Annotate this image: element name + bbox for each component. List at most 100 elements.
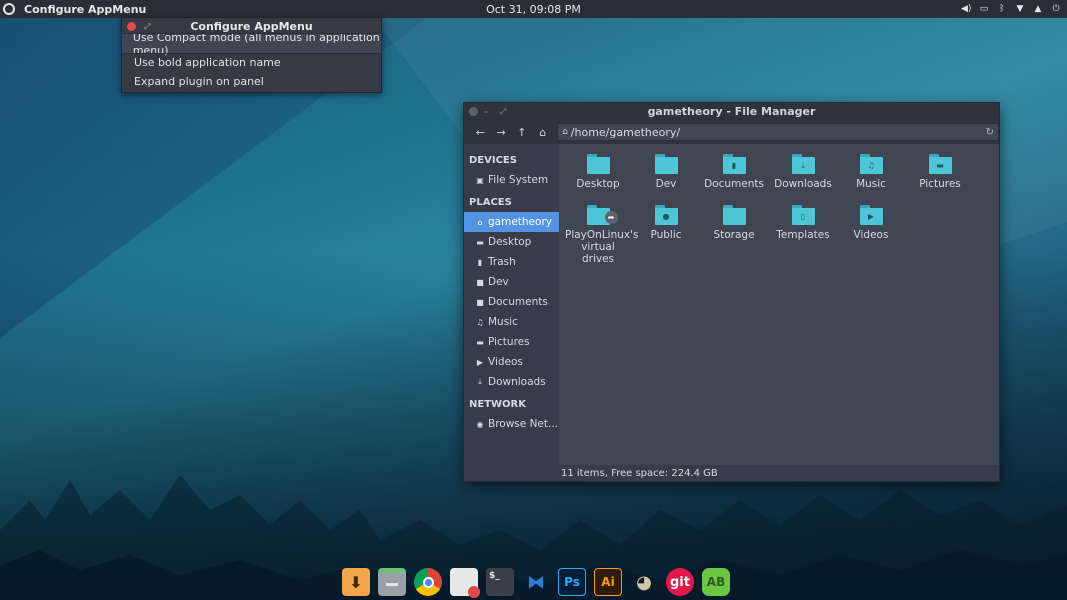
chrome-icon	[414, 568, 442, 596]
option-label: Use Compact mode (all menus in applicati…	[132, 30, 380, 57]
window-titlebar[interactable]: – ⤢ gametheory - File Manager	[464, 103, 999, 120]
notification-icon[interactable]: ▲	[1033, 4, 1043, 14]
sidebar-item-browse-network[interactable]: ◉ Browse Net...	[464, 414, 559, 434]
dock-item-vscode[interactable]: ⧓	[519, 566, 553, 598]
home-icon: ⌂	[562, 127, 568, 137]
clock[interactable]: Oct 31, 09:08 PM	[0, 3, 1067, 16]
dock-item-text-editor[interactable]	[447, 566, 481, 598]
vscode-icon: ⧓	[527, 571, 545, 593]
folder-item-videos[interactable]: ▶ Videos	[838, 199, 904, 241]
home-icon[interactable]: ⌂	[532, 122, 553, 142]
sidebar-item-trash[interactable]: ▮ Trash	[464, 252, 559, 272]
sidebar-item-dev[interactable]: ■ Dev	[464, 272, 559, 292]
dock-item-chrome[interactable]	[411, 566, 445, 598]
dock-item-gimp[interactable]: ◕	[627, 566, 661, 598]
folder-item-templates[interactable]: ▯ Templates	[770, 199, 836, 241]
dock-item-git[interactable]: git	[663, 566, 697, 598]
document-icon: ■	[476, 297, 484, 307]
file-manager-window: – ⤢ gametheory - File Manager ← → ↑ ⌂ ⌂ …	[463, 102, 1000, 482]
folder-item-storage[interactable]: Storage	[701, 199, 767, 241]
power-icon[interactable]: ⏻	[1051, 4, 1061, 14]
terminal-icon: $_	[486, 568, 514, 596]
close-icon[interactable]	[469, 107, 478, 116]
folder-item-downloads[interactable]: ⤓ Downloads	[770, 148, 836, 190]
sidebar-item-videos[interactable]: ▶ Videos	[464, 352, 559, 372]
forward-icon[interactable]: →	[491, 122, 512, 142]
reload-icon[interactable]: ↻	[986, 127, 994, 138]
photoshop-icon: Ps	[558, 568, 586, 596]
file-view[interactable]: Desktop Dev ▮ Documents ⤓ Downloads ♫ Mu…	[559, 144, 999, 465]
checkbox[interactable]	[125, 77, 134, 86]
sidebar-item-gametheory[interactable]: ⌂ gametheory	[464, 212, 559, 232]
folder-item-music[interactable]: ♫ Music	[838, 148, 904, 190]
keyboard-icon[interactable]: ▭	[979, 4, 989, 14]
system-menu-icon[interactable]	[3, 3, 15, 15]
window-title: Configure AppMenu	[190, 19, 313, 33]
dock-item-downloader[interactable]: ⬇	[339, 566, 373, 598]
dock: ⬇ $_ ⧓ Ps Ai ◕ git AB	[339, 566, 733, 598]
minimize-icon[interactable]: ⤢	[144, 22, 153, 31]
minimize-icon[interactable]: –	[484, 107, 496, 116]
option-expand-plugin[interactable]: Expand plugin on panel	[122, 72, 381, 91]
close-icon[interactable]	[127, 21, 136, 31]
sidebar-item-label: Documents	[488, 296, 548, 308]
sidebar-item-documents[interactable]: ■ Documents	[464, 292, 559, 312]
folder-templates-icon: ▯	[791, 205, 815, 225]
maximize-icon[interactable]: ⤢	[500, 107, 512, 116]
bluetooth-icon[interactable]: ᛒ	[997, 4, 1007, 14]
sidebar-header-devices: DEVICES	[469, 154, 517, 166]
dock-item-terminal[interactable]: $_	[483, 566, 517, 598]
status-bar: 11 items, Free space: 224.4 GB	[559, 465, 999, 481]
sidebar-item-pictures[interactable]: ▬ Pictures	[464, 332, 559, 352]
dock-item-file-manager[interactable]	[375, 566, 409, 598]
sidebar-item-label: Downloads	[488, 376, 546, 388]
sidebar-item-label: Trash	[488, 256, 516, 268]
folder-item-documents[interactable]: ▮ Documents	[701, 148, 767, 190]
network-icon: ◉	[476, 419, 484, 429]
folder-download-icon: ⤓	[791, 154, 815, 174]
back-icon[interactable]: ←	[470, 122, 491, 142]
up-icon[interactable]: ↑	[512, 122, 533, 142]
sidebar-item-desktop[interactable]: ▬ Desktop	[464, 232, 559, 252]
location-bar[interactable]: ⌂ /home/gametheory/ ↻	[557, 123, 1000, 141]
wifi-icon[interactable]: ▼	[1015, 4, 1025, 14]
dock-item-illustrator[interactable]: Ai	[591, 566, 625, 598]
folder-documents-icon: ▮	[722, 154, 746, 174]
sidebar-item-label: Music	[488, 316, 518, 328]
app-menu-name[interactable]: Configure AppMenu	[24, 3, 146, 16]
folder-label: Storage	[713, 229, 755, 241]
folder-icon: ■	[476, 277, 484, 287]
video-icon: ▶	[476, 357, 484, 367]
sidebar: DEVICES ▣ File System PLACES ⌂ gametheory …	[464, 144, 559, 481]
system-tray: ◀) ▭ ᛒ ▼ ▲ ⏻	[961, 0, 1061, 18]
volume-icon[interactable]: ◀)	[961, 4, 971, 14]
folder-item-public[interactable]: ● Public	[633, 199, 699, 241]
illustrator-icon: Ai	[594, 568, 622, 596]
dock-item-photoshop[interactable]: Ps	[555, 566, 589, 598]
top-panel: Configure AppMenu Oct 31, 09:08 PM ◀) ▭ …	[0, 0, 1067, 18]
folder-music-icon: ♫	[859, 154, 883, 174]
option-compact-mode[interactable]: Use Compact mode (all menus in applicati…	[121, 31, 382, 57]
folder-label: Music	[856, 178, 886, 190]
folder-item-pictures[interactable]: ▬ Pictures	[907, 148, 973, 190]
folder-label: Pictures	[919, 178, 961, 190]
folder-item-dev[interactable]: Dev	[633, 148, 699, 190]
home-icon: ⌂	[477, 217, 483, 227]
folder-item-desktop[interactable]: Desktop	[565, 148, 631, 190]
checkbox[interactable]	[125, 58, 134, 67]
checkbox[interactable]	[125, 39, 133, 48]
dock-item-appbuilder[interactable]: AB	[699, 566, 733, 598]
sidebar-item-label: Dev	[488, 276, 509, 288]
window-title: gametheory - File Manager	[647, 105, 816, 118]
sidebar-item-music[interactable]: ♫ Music	[464, 312, 559, 332]
folder-item-playonlinux[interactable]: ➦ PlayOnLinux's virtual drives	[565, 199, 638, 265]
desktop-icon: ▬	[476, 237, 484, 247]
folder-label: Downloads	[774, 178, 832, 190]
sidebar-item-file-system[interactable]: ▣ File System	[464, 170, 559, 190]
sidebar-item-downloads[interactable]: ⤓ Downloads	[464, 372, 559, 392]
location-path: /home/gametheory/	[570, 125, 681, 139]
git-icon: git	[666, 568, 694, 596]
window-titlebar[interactable]: ⤢ Configure AppMenu	[122, 18, 381, 34]
sidebar-item-label: gametheory	[488, 216, 552, 228]
file-cabinet-icon	[378, 568, 406, 596]
